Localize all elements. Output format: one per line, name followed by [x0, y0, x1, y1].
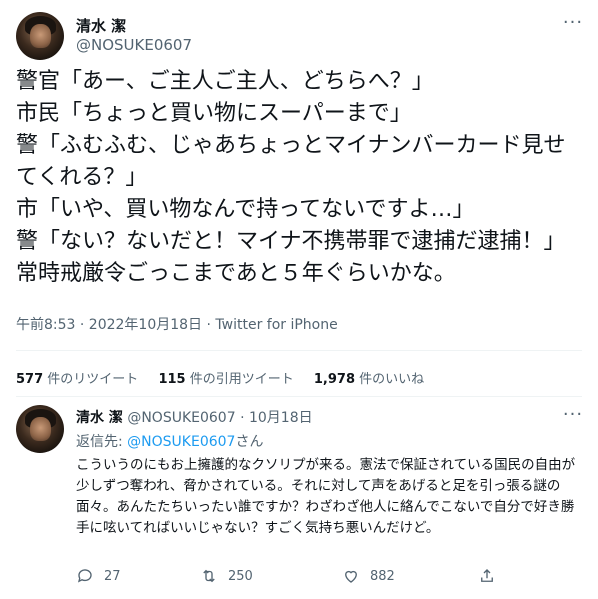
separator: ·	[240, 410, 245, 426]
retweets-label: 件のリツイート	[47, 372, 139, 387]
replying-suffix: さん	[235, 434, 264, 450]
reply-header: 清水 潔 @NOSUKE0607 · 10月18日	[76, 407, 313, 427]
likes-stat[interactable]: 1,978 件のいいね	[314, 368, 424, 387]
replying-handle-link[interactable]: @NOSUKE0607	[127, 434, 235, 450]
reply-button[interactable]: 27	[76, 567, 121, 585]
retweets-stat[interactable]: 577 件のリツイート	[16, 368, 138, 387]
likes-count: 1,978	[313, 372, 355, 387]
reply-count: 27	[104, 568, 121, 584]
tweet-meta[interactable]: 午前8:53 · 2022年10月18日 · Twitter for iPhon…	[16, 314, 338, 334]
divider	[16, 396, 582, 397]
heart-icon	[345, 570, 357, 583]
reply-date[interactable]: 10月18日	[249, 410, 313, 426]
share-icon	[481, 569, 493, 582]
retweet-count: 250	[228, 568, 253, 584]
divider	[16, 350, 582, 351]
more-horizontal-icon[interactable]: ···	[562, 12, 584, 34]
reply-author-handle[interactable]: @NOSUKE0607	[127, 410, 235, 426]
author-name[interactable]: 清水 潔	[76, 15, 126, 36]
avatar-face	[30, 24, 51, 48]
retweets-count: 577	[16, 372, 44, 387]
reply-author-name[interactable]: 清水 潔	[76, 410, 123, 426]
like-count: 882	[370, 568, 395, 584]
replying-prefix: 返信先:	[76, 434, 128, 450]
author-handle[interactable]: @NOSUKE0607	[76, 36, 192, 54]
share-button[interactable]	[478, 567, 496, 585]
reply-actions: 27 250 882	[76, 567, 576, 587]
tweet-text: 警官「あー、ご主人ご主人、どちらへ？」 市民「ちょっと買い物にスーパーまで」 警…	[16, 69, 566, 286]
avatar-face	[30, 417, 51, 441]
tweet-stats: 577 件のリツイート 115 件の引用ツイート 1,978 件のいいね	[16, 368, 440, 387]
quotes-count: 115	[158, 372, 186, 387]
avatar[interactable]	[16, 12, 64, 60]
likes-label: 件のいいね	[359, 372, 425, 387]
reply-icon	[77, 569, 92, 583]
replying-to: 返信先: @NOSUKE0607さん	[76, 431, 263, 451]
like-button[interactable]: 882	[342, 567, 395, 585]
reply-avatar[interactable]	[16, 405, 64, 453]
quotes-stat[interactable]: 115 件の引用ツイート	[158, 368, 293, 387]
retweet-icon	[203, 569, 215, 583]
quotes-label: 件の引用ツイート	[189, 372, 294, 387]
retweet-button[interactable]: 250	[200, 567, 253, 585]
reply-text: こういうのにもお上擁護的なクソリプが来る。憲法で保証されている国民の自由が少しず…	[76, 457, 576, 536]
more-horizontal-icon[interactable]: ···	[562, 404, 584, 426]
